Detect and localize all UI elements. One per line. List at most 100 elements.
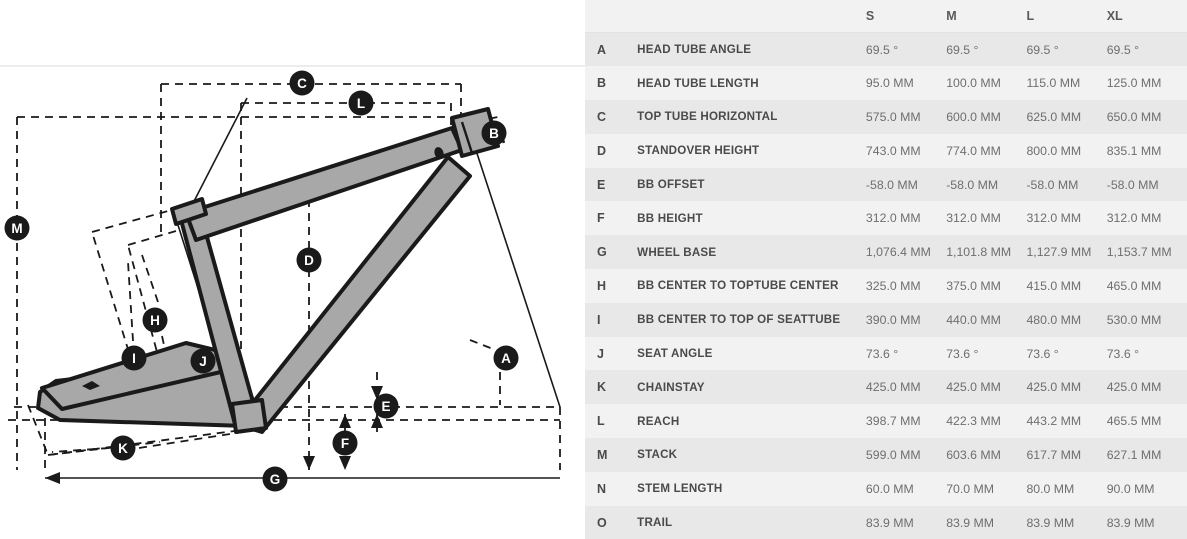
callout-M: M <box>5 216 30 241</box>
row-value-xl: 90.0 MM <box>1107 472 1187 506</box>
row-value-m: 312.0 MM <box>946 201 1026 235</box>
row-name: HEAD TUBE LENGTH <box>637 66 866 100</box>
svg-text:J: J <box>199 354 207 369</box>
row-value-s: -58.0 MM <box>866 168 946 202</box>
row-value-s: 743.0 MM <box>866 134 946 168</box>
callout-C: C <box>290 71 315 96</box>
row-value-l: -58.0 MM <box>1026 168 1106 202</box>
row-letter: B <box>585 66 637 100</box>
callout-G: G <box>263 467 288 492</box>
row-value-l: 69.5 ° <box>1026 33 1106 67</box>
table-head: S M L XL <box>585 0 1187 33</box>
svg-text:H: H <box>150 313 160 328</box>
callout-K: K <box>111 436 136 461</box>
row-value-xl: 465.0 MM <box>1107 269 1187 303</box>
row-value-s: 575.0 MM <box>866 100 946 134</box>
callout-H: H <box>143 308 168 333</box>
row-letter: G <box>585 235 637 269</box>
row-value-s: 60.0 MM <box>866 472 946 506</box>
header-size-xl: XL <box>1107 0 1187 33</box>
svg-text:D: D <box>304 253 314 268</box>
row-value-m: 70.0 MM <box>946 472 1026 506</box>
row-letter: O <box>585 506 637 539</box>
row-value-s: 425.0 MM <box>866 370 946 404</box>
row-name: BB CENTER TO TOPTUBE CENTER <box>637 269 866 303</box>
table-row: HBB CENTER TO TOPTUBE CENTER325.0 MM375.… <box>585 269 1187 303</box>
row-value-m: -58.0 MM <box>946 168 1026 202</box>
row-letter: L <box>585 404 637 438</box>
svg-text:B: B <box>489 126 499 141</box>
row-value-s: 1,076.4 MM <box>866 235 946 269</box>
row-value-l: 115.0 MM <box>1026 66 1106 100</box>
row-value-l: 80.0 MM <box>1026 472 1106 506</box>
row-value-xl: 83.9 MM <box>1107 506 1187 539</box>
row-value-m: 375.0 MM <box>946 269 1026 303</box>
row-letter: F <box>585 201 637 235</box>
row-name: REACH <box>637 404 866 438</box>
row-letter: H <box>585 269 637 303</box>
row-value-xl: 627.1 MM <box>1107 438 1187 472</box>
row-value-s: 599.0 MM <box>866 438 946 472</box>
row-value-m: 1,101.8 MM <box>946 235 1026 269</box>
table-row: FBB HEIGHT312.0 MM312.0 MM312.0 MM312.0 … <box>585 201 1187 235</box>
geometry-page: A B C D E F G H I J K L M <box>0 0 1187 538</box>
row-value-xl: 650.0 MM <box>1107 100 1187 134</box>
table-row: IBB CENTER TO TOP OF SEATTUBE390.0 MM440… <box>585 303 1187 337</box>
row-value-s: 95.0 MM <box>866 66 946 100</box>
row-value-xl: 1,153.7 MM <box>1107 235 1187 269</box>
row-name: CHAINSTAY <box>637 370 866 404</box>
callout-L: L <box>349 91 374 116</box>
row-value-l: 83.9 MM <box>1026 506 1106 539</box>
row-name: TOP TUBE HORIZONTAL <box>637 100 866 134</box>
geometry-table: S M L XL AHEAD TUBE ANGLE69.5 °69.5 °69.… <box>585 0 1187 539</box>
row-value-xl: 835.1 MM <box>1107 134 1187 168</box>
row-letter: N <box>585 472 637 506</box>
svg-text:E: E <box>381 399 390 414</box>
svg-text:L: L <box>357 96 365 111</box>
svg-text:K: K <box>118 441 128 456</box>
bottom-bracket <box>232 400 266 432</box>
callout-E: E <box>374 394 399 419</box>
row-value-m: 425.0 MM <box>946 370 1026 404</box>
row-value-s: 312.0 MM <box>866 201 946 235</box>
row-value-m: 422.3 MM <box>946 404 1026 438</box>
row-value-s: 83.9 MM <box>866 506 946 539</box>
table-row: MSTACK599.0 MM603.6 MM617.7 MM627.1 MM <box>585 438 1187 472</box>
row-letter: A <box>585 33 637 67</box>
row-value-m: 600.0 MM <box>946 100 1026 134</box>
row-value-l: 625.0 MM <box>1026 100 1106 134</box>
row-name: STEM LENGTH <box>637 472 866 506</box>
row-value-xl: 425.0 MM <box>1107 370 1187 404</box>
table-row: JSEAT ANGLE73.6 °73.6 °73.6 °73.6 ° <box>585 337 1187 371</box>
table-body: AHEAD TUBE ANGLE69.5 °69.5 °69.5 °69.5 °… <box>585 33 1187 539</box>
row-value-m: 100.0 MM <box>946 66 1026 100</box>
row-value-xl: -58.0 MM <box>1107 168 1187 202</box>
row-value-xl: 530.0 MM <box>1107 303 1187 337</box>
row-name: SEAT ANGLE <box>637 337 866 371</box>
row-letter: K <box>585 370 637 404</box>
row-value-m: 603.6 MM <box>946 438 1026 472</box>
row-name: STANDOVER HEIGHT <box>637 134 866 168</box>
row-value-l: 415.0 MM <box>1026 269 1106 303</box>
row-value-m: 83.9 MM <box>946 506 1026 539</box>
row-value-s: 73.6 ° <box>866 337 946 371</box>
row-name: BB OFFSET <box>637 168 866 202</box>
row-letter: D <box>585 134 637 168</box>
svg-text:G: G <box>270 472 281 487</box>
table-row: OTRAIL83.9 MM83.9 MM83.9 MM83.9 MM <box>585 506 1187 539</box>
svg-text:M: M <box>11 221 22 236</box>
row-value-xl: 312.0 MM <box>1107 201 1187 235</box>
row-letter: M <box>585 438 637 472</box>
row-name: TRAIL <box>637 506 866 539</box>
row-value-s: 69.5 ° <box>866 33 946 67</box>
row-value-l: 1,127.9 MM <box>1026 235 1106 269</box>
row-name: HEAD TUBE ANGLE <box>637 33 866 67</box>
table-row: BHEAD TUBE LENGTH95.0 MM100.0 MM115.0 MM… <box>585 66 1187 100</box>
row-value-xl: 69.5 ° <box>1107 33 1187 67</box>
row-value-s: 325.0 MM <box>866 269 946 303</box>
row-value-s: 390.0 MM <box>866 303 946 337</box>
header-size-m: M <box>946 0 1026 33</box>
svg-text:I: I <box>132 351 136 366</box>
row-value-l: 425.0 MM <box>1026 370 1106 404</box>
table-row: KCHAINSTAY425.0 MM425.0 MM425.0 MM425.0 … <box>585 370 1187 404</box>
